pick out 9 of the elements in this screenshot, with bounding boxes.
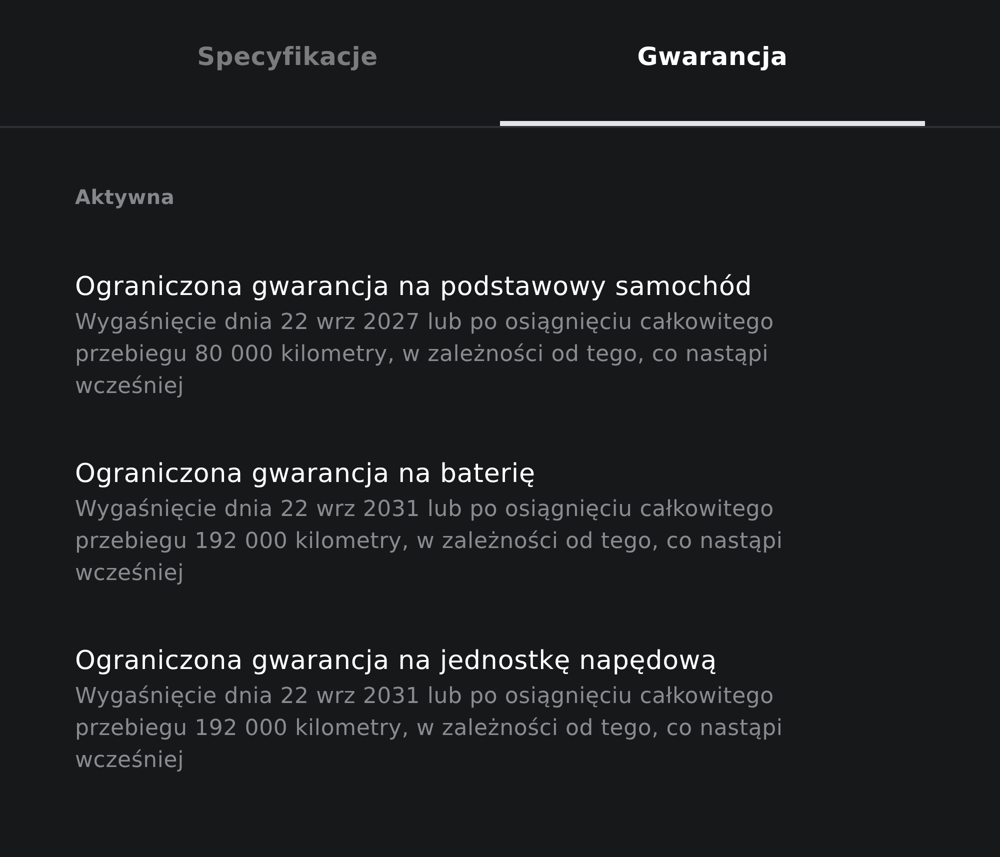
warranty-description: Wygaśnięcie dnia 22 wrz 2027 lub po osiągnięciu całkowitego przebiegu 80 000 kilometry, w zależności od tego, co nastąpi wcześniej [75,309,775,401]
warranty-title: Ograniczona gwarancja na baterię [75,458,536,491]
section-heading: Aktywna [75,184,175,211]
tab[interactable]: Gwarancja [500,0,925,126]
warranty-title: Ograniczona gwarancja na podstawowy samochód [75,271,752,304]
warranty-description: Wygaśnięcie dnia 22 wrz 2031 lub po osiągnięciu całkowitego przebiegu 192 000 kilometry, w zależności od tego, co nastąpi wcześniej [75,496,784,588]
warranty-title: Ograniczona gwarancja na jednostkę napędową [75,645,717,678]
tab[interactable]: Specyfikacje [75,0,500,126]
warranty-description: Wygaśnięcie dnia 22 wrz 2031 lub po osiągnięciu całkowitego przebiegu 192 000 kilometry, w zależności od tego, co nastąpi wcześniej [75,683,784,775]
